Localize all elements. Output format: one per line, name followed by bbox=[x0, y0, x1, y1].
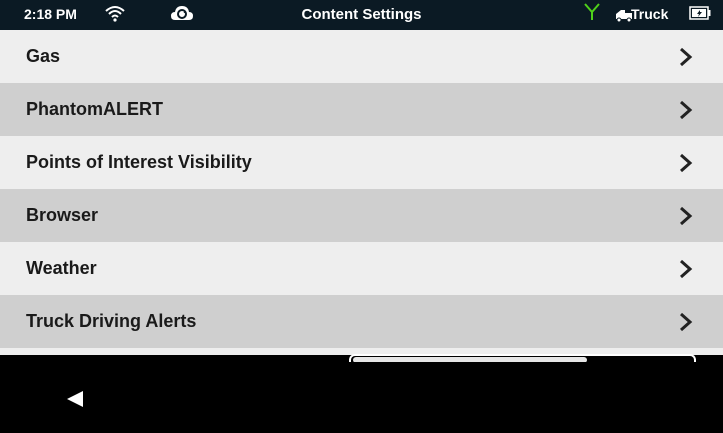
menu-item-phantomalert[interactable]: PhantomALERT bbox=[0, 83, 723, 136]
menu-item-browser[interactable]: Browser bbox=[0, 189, 723, 242]
status-bar: 2:18 PM Content Settings Truck bbox=[0, 0, 723, 30]
vehicle-profile-label: Truck bbox=[631, 6, 669, 22]
content-settings-list: Gas PhantomALERT Points of Interest Visi… bbox=[0, 30, 723, 355]
menu-item-label: Browser bbox=[26, 205, 99, 225]
back-icon[interactable] bbox=[65, 390, 85, 408]
chevron-right-icon bbox=[680, 153, 693, 172]
menu-item-gas[interactable]: Gas bbox=[0, 30, 723, 83]
menu-item-poi-visibility[interactable]: Points of Interest Visibility bbox=[0, 136, 723, 189]
menu-item-label: PhantomALERT bbox=[26, 99, 163, 119]
chevron-right-icon bbox=[680, 259, 693, 278]
menu-item-label: Points of Interest Visibility bbox=[26, 152, 252, 172]
menu-item-weather[interactable]: Weather bbox=[0, 242, 723, 295]
menu-item-truck-driving-alerts[interactable]: Truck Driving Alerts bbox=[0, 295, 723, 348]
chevron-right-icon bbox=[680, 47, 693, 66]
menu-item-label: Gas bbox=[26, 46, 61, 66]
chevron-right-icon bbox=[680, 312, 693, 331]
signal-icon bbox=[584, 3, 600, 20]
menu-item-label: Truck Driving Alerts bbox=[26, 311, 197, 331]
menu-item-label: Weather bbox=[26, 258, 97, 278]
chevron-right-icon bbox=[680, 206, 693, 225]
navigation-bar bbox=[0, 362, 723, 433]
chevron-right-icon bbox=[680, 100, 693, 119]
battery-icon bbox=[689, 6, 711, 20]
